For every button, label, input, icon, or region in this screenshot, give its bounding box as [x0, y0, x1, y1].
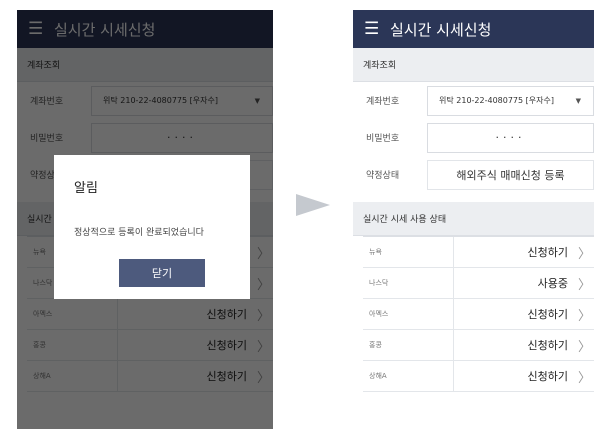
- arrow-right-icon: [296, 194, 330, 216]
- market-status: 신청하기: [527, 370, 568, 383]
- list-item[interactable]: 홍콩 신청하기 〉: [363, 330, 594, 361]
- list-item[interactable]: 나스닥 사용중 〉: [363, 268, 594, 299]
- market-name: 나스닥: [363, 268, 454, 298]
- market-list: 뉴욕신청하기〉 나스닥사용중〉 아멕스신청하기〉 홍콩신청하기〉 상해A신청하기…: [363, 236, 594, 392]
- page-title: 실시간 시세신청: [390, 20, 492, 39]
- account-label: 계좌번호: [366, 97, 400, 107]
- usage-section-header: 실시간 시세 사용 상태: [353, 202, 594, 236]
- list-item[interactable]: 상해A 신청하기 〉: [363, 361, 594, 392]
- chevron-right-icon: 〉: [578, 246, 592, 262]
- account-section-header: 계좌조회: [353, 48, 594, 82]
- market-name: 홍콩: [363, 330, 454, 360]
- account-select[interactable]: 위탁 210-22-4080775 [우자수] ▼: [427, 85, 594, 116]
- app-bar: ☰ 실시간 시세신청: [353, 10, 594, 48]
- list-item[interactable]: 뉴욕 신청하기 〉: [363, 237, 594, 268]
- chevron-right-icon: 〉: [578, 277, 592, 293]
- market-status: 신청하기: [527, 246, 568, 259]
- account-value: 위탁 210-22-4080775 [우자수]: [439, 96, 554, 105]
- phone-screen-before: ☰ 실시간 시세신청 계좌조회 계좌번호 위탁 210-22-4080775 […: [17, 10, 273, 429]
- market-name: 뉴욕: [363, 237, 454, 267]
- market-name: 상해A: [363, 361, 454, 391]
- chevron-right-icon: 〉: [578, 339, 592, 355]
- market-name: 아멕스: [363, 299, 454, 329]
- dialog-message: 정상적으로 등록이 완료되었습니다: [74, 228, 204, 238]
- market-status: 신청하기: [527, 308, 568, 321]
- password-field[interactable]: ····: [427, 122, 594, 153]
- list-item[interactable]: 아멕스 신청하기 〉: [363, 299, 594, 330]
- agreement-row: 약정상태 해외주식 매매신청 등록: [353, 156, 594, 193]
- chevron-right-icon: 〉: [578, 370, 592, 386]
- market-status: 사용중: [537, 277, 568, 290]
- caret-down-icon: ▼: [575, 96, 581, 105]
- menu-icon[interactable]: ☰: [364, 19, 390, 39]
- agreement-label: 약정상태: [366, 171, 400, 181]
- password-row: 비밀번호 ····: [353, 119, 594, 156]
- chevron-right-icon: 〉: [578, 308, 592, 324]
- agreement-value: 해외주식 매매신청 등록: [427, 159, 594, 190]
- alert-dialog: 알림 정상적으로 등록이 완료되었습니다 닫기: [54, 155, 250, 299]
- dialog-title: 알림: [74, 181, 98, 196]
- market-status: 신청하기: [527, 339, 568, 352]
- password-label: 비밀번호: [366, 134, 400, 144]
- phone-screen-after: ☰ 실시간 시세신청 계좌조회 계좌번호 위탁 210-22-4080775 […: [353, 10, 594, 429]
- close-button[interactable]: 닫기: [119, 259, 205, 287]
- account-row: 계좌번호 위탁 210-22-4080775 [우자수] ▼: [353, 82, 594, 119]
